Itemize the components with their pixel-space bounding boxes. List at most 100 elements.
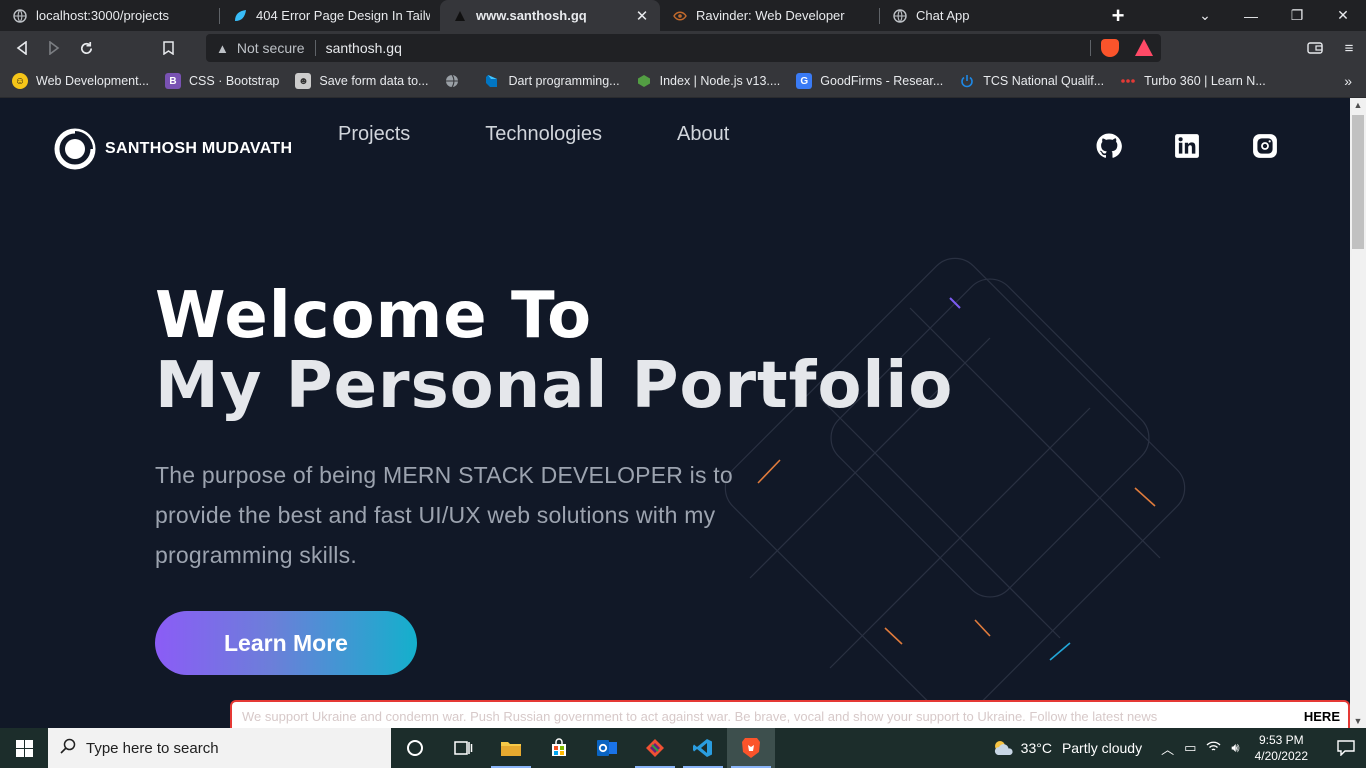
cortana-icon[interactable] xyxy=(391,728,439,768)
bookmark-label: Web Development... xyxy=(36,74,150,88)
browser-toolbar: ▲ Not secure santhosh.gq ≡ xyxy=(0,31,1366,65)
tab-search-chevron-icon[interactable]: ⌄ xyxy=(1182,0,1228,31)
bookmark-label: TCS National Qualif... xyxy=(983,74,1105,88)
bookmarks-bar: ☺ Web Development... B CSS · Bootstrap ☻… xyxy=(0,65,1366,98)
menu-icon[interactable]: ≡ xyxy=(1332,31,1366,65)
taskbar-clock[interactable]: 9:53 PM 4/20/2022 xyxy=(1255,732,1308,764)
power-icon xyxy=(959,73,975,89)
bookmark-label: Index | Node.js v13.... xyxy=(659,74,781,88)
tab-title: www.santhosh.gq xyxy=(476,8,587,23)
dart-icon xyxy=(484,73,500,89)
globe-icon xyxy=(892,8,908,24)
nav-projects[interactable]: Projects xyxy=(338,123,410,146)
toolbar-right: ≡ xyxy=(1298,31,1366,65)
git-kraken-icon[interactable] xyxy=(631,728,679,768)
site-logo[interactable]: SANTHOSH MUDAVATH xyxy=(54,128,292,170)
file-explorer-icon[interactable] xyxy=(487,728,535,768)
linkedin-icon[interactable] xyxy=(1174,133,1200,159)
bookmark-turbo-360[interactable]: Turbo 360 | Learn N... xyxy=(1120,73,1266,89)
more-bookmarks-icon[interactable]: » xyxy=(1344,73,1352,89)
windows-taskbar: Type here to search 33°C Partly cloudy ︿… xyxy=(0,728,1366,768)
close-tab-icon[interactable]: ✕ xyxy=(634,7,650,25)
back-icon[interactable] xyxy=(6,32,38,64)
bookmark-page-icon[interactable] xyxy=(152,32,184,64)
address-bar[interactable]: ▲ Not secure santhosh.gq xyxy=(206,34,1161,62)
goodfirms-icon: G xyxy=(796,73,813,89)
battery-icon[interactable]: ▭ xyxy=(1184,740,1196,756)
vscode-icon[interactable] xyxy=(679,728,727,768)
clock-time: 9:53 PM xyxy=(1258,733,1304,747)
weather-temp: 33°C xyxy=(1020,740,1052,756)
tab-404-error-page[interactable]: 404 Error Page Design In Tailwind C xyxy=(220,0,440,31)
wifi-icon[interactable] xyxy=(1206,741,1221,756)
bookmark-goodfirms[interactable]: G GoodFirms - Resear... xyxy=(796,73,943,89)
main-nav: Projects Technologies About xyxy=(338,123,804,146)
minimize-icon[interactable]: — xyxy=(1228,0,1274,31)
browser-tab-bar: localhost:3000/projects 404 Error Page D… xyxy=(0,0,1366,31)
restore-icon[interactable]: ❐ xyxy=(1274,0,1320,31)
globe-icon xyxy=(12,8,28,24)
wallet-icon[interactable] xyxy=(1298,31,1332,65)
clock-date: 4/20/2022 xyxy=(1254,749,1308,763)
triangle-icon xyxy=(452,8,468,24)
brand-name: SANTHOSH MUDAVATH xyxy=(105,140,293,157)
notification-center-icon[interactable] xyxy=(1326,740,1366,756)
bootstrap-icon: B xyxy=(165,73,182,89)
brave-browser-icon[interactable] xyxy=(727,728,775,768)
bookmark-nodejs-index[interactable]: Index | Node.js v13.... xyxy=(636,73,781,89)
task-view-icon[interactable] xyxy=(439,728,487,768)
forward-icon[interactable] xyxy=(38,32,70,64)
bookmark-label: Save form data to... xyxy=(319,74,429,88)
scroll-up-icon[interactable]: ▲ xyxy=(1350,100,1366,110)
instagram-icon[interactable] xyxy=(1252,133,1278,159)
portfolio-page: SANTHOSH MUDAVATH Projects Technologies … xyxy=(0,98,1350,728)
security-status: Not secure xyxy=(236,40,305,56)
bookmark-label: GoodFirms - Resear... xyxy=(820,74,944,88)
tab-santhosh-gq[interactable]: www.santhosh.gq ✕ xyxy=(440,0,660,31)
learn-more-button[interactable]: Learn More xyxy=(155,611,417,675)
reload-icon[interactable] xyxy=(70,32,102,64)
bookmark-dart-programming[interactable]: Dart programming... xyxy=(484,73,620,89)
microsoft-store-icon[interactable] xyxy=(535,728,583,768)
bookmark-save-form-data[interactable]: ☻ Save form data to... xyxy=(295,73,428,89)
tab-title: localhost:3000/projects xyxy=(36,8,169,23)
brave-shields-icon[interactable] xyxy=(1101,39,1119,57)
bookmark-web-development[interactable]: ☺ Web Development... xyxy=(12,73,149,89)
url-text: santhosh.gq xyxy=(325,40,402,56)
tab-localhost-projects[interactable]: localhost:3000/projects xyxy=(0,0,220,31)
tab-title: Ravinder: Web Developer xyxy=(696,8,845,23)
dots-icon xyxy=(1120,73,1136,89)
search-placeholder: Type here to search xyxy=(86,739,219,757)
tab-title: 404 Error Page Design In Tailwind C xyxy=(256,8,430,23)
search-icon xyxy=(60,738,76,759)
taskbar-search-input[interactable]: Type here to search xyxy=(48,728,391,768)
bookmark-tcs-national[interactable]: TCS National Qualif... xyxy=(959,73,1104,89)
github-icon[interactable] xyxy=(1096,133,1122,159)
weather-widget[interactable]: 33°C Partly cloudy xyxy=(991,739,1142,757)
nav-technologies[interactable]: Technologies xyxy=(485,123,602,146)
outlook-icon[interactable] xyxy=(583,728,631,768)
hero-description: The purpose of being MERN STACK DEVELOPE… xyxy=(155,462,733,568)
close-window-icon[interactable]: ✕ xyxy=(1320,0,1366,31)
bookmark-css-bootstrap[interactable]: B CSS · Bootstrap xyxy=(165,73,279,89)
windows-start-icon[interactable] xyxy=(0,728,48,768)
scroll-down-icon[interactable]: ▼ xyxy=(1350,716,1366,726)
tab-ravinder-web-developer[interactable]: Ravinder: Web Developer xyxy=(660,0,880,31)
system-tray: 33°C Partly cloudy ︿ ▭ 🔊︎ 9:53 PM 4/20/2… xyxy=(991,728,1366,768)
scrollbar-thumb[interactable] xyxy=(1352,115,1364,249)
bookmark-favicon: ☺ xyxy=(12,73,28,89)
banner-message: We support Ukraine and condemn war. Push… xyxy=(242,708,1158,724)
bookmark-label: CSS · Bootstrap xyxy=(189,74,280,88)
bookmark-globe[interactable] xyxy=(444,73,468,89)
page-scrollbar[interactable]: ▲ ▼ xyxy=(1350,98,1366,728)
partly-cloudy-icon xyxy=(994,741,1013,755)
tab-chat-app[interactable]: Chat App xyxy=(880,0,1100,31)
volume-icon[interactable]: 🔊︎ xyxy=(1231,740,1239,756)
hero-title: Welcome To My Personal Portfolio xyxy=(155,281,953,421)
banner-here-link[interactable]: HERE xyxy=(1295,708,1348,724)
bookmark-label: Dart programming... xyxy=(508,74,620,88)
brave-rewards-icon[interactable] xyxy=(1135,39,1153,56)
nav-about[interactable]: About xyxy=(677,123,729,146)
new-tab-button[interactable]: + xyxy=(1100,0,1136,31)
show-hidden-icons-chevron-icon[interactable]: ︿ xyxy=(1161,739,1174,758)
